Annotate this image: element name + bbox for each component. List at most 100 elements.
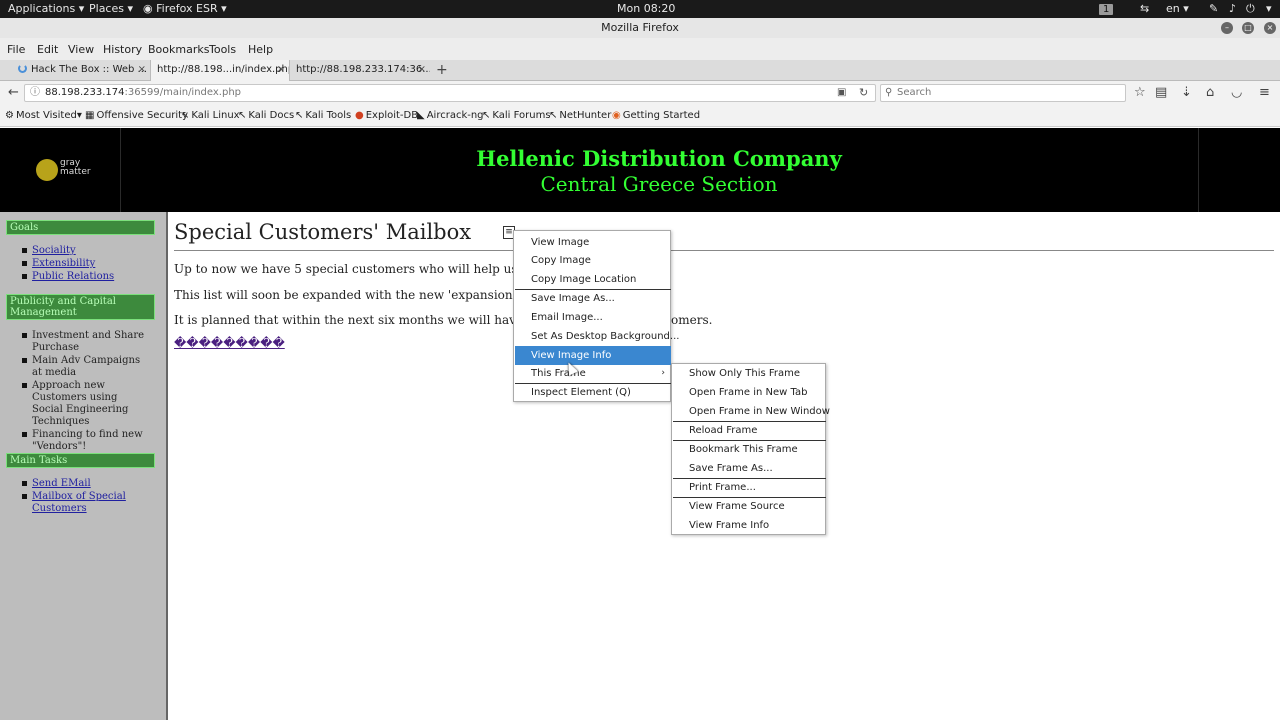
list-item[interactable]: Mailbox of Special Customers — [22, 491, 146, 515]
list-item[interactable]: Sociality — [22, 245, 114, 257]
hamburger-menu-icon[interactable]: ≡ — [1259, 85, 1270, 101]
menu-bookmarks[interactable]: Bookmarks — [148, 43, 209, 56]
bookmark-most-visited[interactable]: ⚙ Most Visited▾ — [5, 110, 82, 121]
list-item[interactable]: Public Relations — [22, 271, 114, 283]
goals-list: Sociality Extensibility Public Relations — [22, 245, 114, 284]
bookmark-offensive-security[interactable]: ▦ Offensive Security — [85, 110, 188, 121]
places-menu[interactable]: Places ▾ — [89, 2, 133, 15]
tab-hackthebox[interactable]: Hack The Box :: Web ... × — [12, 60, 150, 81]
link-mailbox-special-customers[interactable]: Mailbox of Special Customers — [32, 491, 126, 514]
bookmark-kali-linux[interactable]: ↖ Kali Linux — [181, 110, 240, 121]
bookmark-aircrack[interactable]: ◣ Aircrack-ng — [417, 110, 484, 121]
garbled-link[interactable]: ��������� — [174, 336, 285, 350]
bookmark-label: Kali Forums — [492, 110, 551, 121]
close-tab-icon[interactable]: × — [277, 60, 285, 79]
menu-file[interactable]: File — [7, 43, 25, 56]
tab-bar: Hack The Box :: Web ... × http://88.198.… — [0, 60, 1280, 81]
workspace-indicator[interactable]: 1 — [1099, 2, 1114, 15]
url-bar[interactable]: ⓘ 88.198.233.174:36599/main/index.php ▣ … — [24, 84, 876, 102]
menu-item-bookmark-frame[interactable]: Bookmark This Frame — [673, 440, 826, 459]
menu-item-open-frame-new-window[interactable]: Open Frame in New Window — [673, 402, 830, 421]
menu-edit[interactable]: Edit — [37, 43, 58, 56]
pen-icon[interactable]: ✎ — [1209, 2, 1218, 15]
new-tab-icon[interactable]: + — [436, 62, 448, 78]
list-item[interactable]: Extensibility — [22, 258, 114, 270]
menu-item-print-frame[interactable]: Print Frame... — [673, 478, 826, 497]
star-icon[interactable]: ☆ — [1134, 85, 1146, 101]
chevron-down-icon[interactable]: ▾ — [1266, 2, 1272, 15]
close-tab-icon[interactable]: × — [138, 60, 146, 79]
menu-help[interactable]: Help — [248, 43, 273, 56]
reader-view-icon[interactable]: ▣ — [837, 85, 846, 101]
window-title: Mozilla Firefox — [601, 21, 679, 34]
info-icon[interactable]: ⓘ — [30, 85, 40, 101]
chevron-down-icon: ▾ — [127, 2, 134, 15]
loading-icon — [18, 64, 27, 73]
keyboard-layout-menu[interactable]: en ▾ — [1166, 2, 1189, 15]
clock[interactable]: Mon 08:20 — [617, 2, 675, 15]
bookmark-label: Kali Linux — [191, 110, 240, 121]
list-item: Investment and Share Purchase — [22, 330, 146, 354]
menu-item-email-image[interactable]: Email Image... — [515, 308, 671, 327]
close-icon[interactable]: × — [1264, 22, 1276, 34]
reload-icon[interactable]: ↻ — [859, 85, 868, 101]
firefox-app-menu[interactable]: ◉ Firefox ESR ▾ — [143, 2, 227, 15]
close-tab-icon[interactable]: × — [418, 60, 426, 79]
menu-item-show-only-this-frame[interactable]: Show Only This Frame — [673, 364, 826, 383]
page-title: Special Customers' Mailbox — [174, 220, 472, 244]
back-icon[interactable]: ← — [8, 85, 19, 101]
power-icon[interactable]: ⏻ — [1246, 2, 1255, 16]
menu-view[interactable]: View — [68, 43, 94, 56]
tab-label: http://88.198...in/index.php — [157, 64, 290, 75]
list-item[interactable]: Send EMail — [22, 478, 146, 490]
menu-item-set-desktop-background[interactable]: Set As Desktop Background... — [515, 327, 679, 346]
menu-item-copy-image[interactable]: Copy Image — [515, 251, 671, 270]
bookmark-getting-started[interactable]: ◉ Getting Started — [612, 110, 700, 121]
menu-item-save-frame[interactable]: Save Frame As... — [673, 459, 826, 478]
menu-history[interactable]: History — [103, 43, 142, 56]
menu-item-this-frame[interactable]: This Frame › — [515, 364, 671, 383]
menu-item-view-image[interactable]: View Image — [515, 233, 671, 252]
menu-tools[interactable]: Tools — [209, 43, 236, 56]
menu-item-inspect-element[interactable]: Inspect Element (Q) — [515, 383, 671, 402]
menu-item-save-image[interactable]: Save Image As... — [515, 289, 671, 308]
link-public-relations[interactable]: Public Relations — [32, 271, 114, 282]
bookmark-kali-docs[interactable]: ↖ Kali Docs — [238, 110, 294, 121]
site-header: gray matter Hellenic Distribution Company… — [0, 128, 1280, 212]
chevron-down-icon: ▾ — [221, 2, 227, 15]
menu-item-view-frame-source[interactable]: View Frame Source — [673, 497, 826, 516]
menu-item-reload-frame[interactable]: Reload Frame — [673, 421, 826, 440]
submenu-arrow-icon: › — [661, 368, 665, 378]
maximize-icon[interactable]: □ — [1242, 22, 1254, 34]
menu-item-view-frame-info[interactable]: View Frame Info — [673, 516, 826, 535]
kali-dragon-icon: ↖ — [549, 110, 558, 121]
link-extensibility[interactable]: Extensibility — [32, 258, 95, 269]
link-send-email[interactable]: Send EMail — [32, 478, 91, 489]
tasks-list: Send EMail Mailbox of Special Customers — [22, 478, 146, 516]
bookmark-kali-tools[interactable]: ↖ Kali Tools — [295, 110, 351, 121]
download-icon[interactable]: ⇣ — [1181, 85, 1192, 101]
tab-index-active[interactable]: http://88.198...in/index.php × — [150, 60, 290, 81]
volume-icon[interactable]: ♪ — [1229, 2, 1236, 15]
applications-menu[interactable]: Applications ▾ — [8, 2, 84, 15]
minimize-icon[interactable]: – — [1221, 22, 1233, 34]
bookmark-kali-forums[interactable]: ↖ Kali Forums — [482, 110, 551, 121]
tab-label: Hack The Box :: Web ... — [31, 64, 148, 75]
chevron-down-icon: ▾ — [76, 110, 82, 121]
url-host: 88.198.233.174 — [45, 87, 125, 98]
gear-icon: ⚙ — [5, 110, 14, 121]
pocket-icon[interactable]: ◡ — [1231, 85, 1242, 101]
menu-item-view-image-info[interactable]: View Image Info — [515, 346, 671, 365]
tab-third[interactable]: http://88.198.233.174:36... × — [290, 60, 430, 81]
link-sociality[interactable]: Sociality — [32, 245, 76, 256]
menu-item-copy-image-location[interactable]: Copy Image Location — [515, 270, 671, 289]
bookmark-nethunter[interactable]: ↖ NetHunter — [549, 110, 611, 121]
bookmark-label: Kali Docs — [248, 110, 295, 121]
search-input[interactable]: ⚲ Search — [880, 84, 1126, 102]
library-icon[interactable]: ▤ — [1155, 85, 1167, 101]
menu-item-open-frame-new-tab[interactable]: Open Frame in New Tab — [673, 383, 826, 402]
network-icon[interactable]: ⇆ — [1140, 2, 1149, 15]
kali-dragon-icon: ↖ — [238, 110, 247, 121]
home-icon[interactable]: ⌂ — [1206, 85, 1214, 101]
bookmark-exploit-db[interactable]: ● Exploit-DB — [355, 110, 418, 121]
